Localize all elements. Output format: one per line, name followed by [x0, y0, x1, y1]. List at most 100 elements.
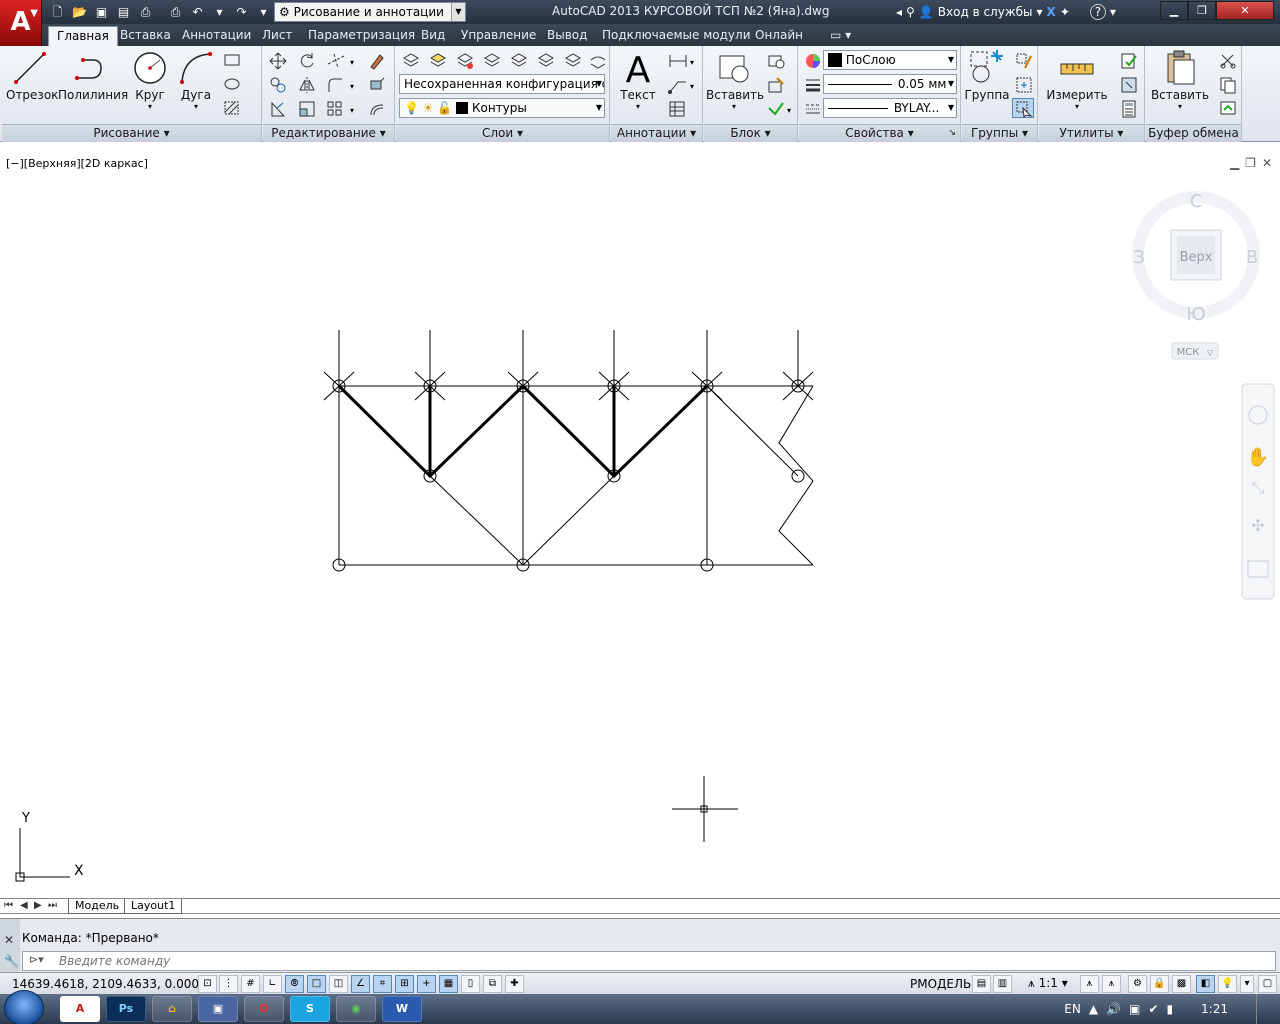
undo-dropdown-icon[interactable]: ▾	[210, 3, 229, 21]
move-button[interactable]	[266, 50, 288, 70]
lineweight-dropdown[interactable]: 0.05 мм ▼	[823, 74, 957, 94]
lineweight-toggle[interactable]: +	[417, 975, 436, 993]
dialog-launcher-icon[interactable]: ↘	[948, 125, 956, 142]
panel-annotation-title[interactable]: Аннотации ▾	[611, 124, 702, 142]
annotation-scale[interactable]: ⩚ 1:1 ▾	[1028, 976, 1068, 991]
panel-properties-title[interactable]: Свойства ▾ ↘	[799, 124, 960, 142]
viewcube-south[interactable]: Ю	[1186, 304, 1205, 325]
workspace-switching-button[interactable]: ⚙	[1128, 975, 1147, 993]
wrench-icon[interactable]: 🔧	[4, 954, 19, 968]
match-properties-button[interactable]	[801, 50, 823, 70]
fillet-button[interactable]: ▾	[323, 74, 359, 94]
panel-block-title[interactable]: Блок ▾	[704, 124, 797, 142]
layer-freeze-button[interactable]	[507, 50, 529, 70]
create-block-button[interactable]	[764, 50, 786, 70]
open-folder-icon[interactable]: 📂	[70, 3, 89, 21]
mirror-button[interactable]	[295, 74, 317, 94]
rotate-button[interactable]	[295, 50, 317, 70]
publish-icon[interactable]: ⎙	[136, 3, 155, 21]
taskbar-word[interactable]: W	[382, 996, 422, 1022]
status-menu-button[interactable]: ▾	[1240, 975, 1254, 993]
layer-match-button[interactable]	[561, 50, 583, 70]
region-button[interactable]	[220, 98, 242, 118]
exchange-icon[interactable]: X	[1047, 5, 1056, 19]
edit-attributes-button[interactable]: ▾	[764, 98, 796, 118]
first-layout-icon[interactable]: ⏮	[4, 900, 13, 911]
annotation-visibility-toggle[interactable]: ⩚	[1080, 975, 1099, 993]
command-input-box[interactable]: ⊳▾	[22, 951, 1276, 971]
command-prompt-icon[interactable]: ⊳▾	[29, 953, 44, 966]
tab-view[interactable]: Вид	[413, 26, 453, 46]
tab-online[interactable]: Онлайн	[747, 26, 811, 46]
chevron-down-icon[interactable]: ▼	[451, 3, 465, 21]
copy-button[interactable]	[266, 74, 288, 94]
tab-home[interactable]: Главная	[48, 26, 118, 46]
zoom-icon[interactable]: ⤡	[1252, 478, 1265, 497]
clean-screen-button[interactable]: ▢	[1258, 975, 1277, 993]
undo-icon[interactable]: ↶	[188, 3, 207, 21]
rectangle-button[interactable]	[220, 50, 242, 70]
network-icon[interactable]: ✔	[1148, 1002, 1158, 1016]
chevron-down-icon[interactable]: ▽	[1207, 348, 1214, 357]
transparency-toggle[interactable]: ▦	[439, 975, 458, 993]
tab-plugins[interactable]: Подключаемые модули	[594, 26, 759, 46]
isolate-objects-button[interactable]: ◧	[1196, 975, 1215, 993]
text-button[interactable]: A Текст ▾	[613, 48, 663, 111]
ucs-menu[interactable]: МСК	[1177, 347, 1200, 358]
color-dropdown[interactable]: ПоСлою ▼	[823, 50, 957, 70]
match-prop-clip-button[interactable]	[1216, 98, 1238, 118]
redo-icon[interactable]: ↷	[232, 3, 251, 21]
circle-button[interactable]: Круг ▾	[128, 48, 172, 111]
application-menu-button[interactable]: A ▼	[0, 0, 42, 46]
copy-clip-button[interactable]	[1216, 74, 1238, 94]
ortho-toggle[interactable]: ∟	[263, 975, 282, 993]
layer-state-button[interactable]	[426, 50, 448, 70]
layer-previous-button[interactable]	[586, 50, 608, 70]
chevron-down-icon[interactable]: ▾	[1110, 5, 1116, 19]
panel-utilities-title[interactable]: Утилиты ▾	[1039, 124, 1144, 142]
tray-expand-icon[interactable]: ▲	[1089, 1002, 1098, 1016]
infer-constraints-toggle[interactable]: ⊡	[198, 975, 217, 993]
viewcube-west[interactable]: З	[1133, 247, 1145, 268]
save-icon[interactable]: ▣	[92, 3, 111, 21]
drawing-viewport[interactable]: [−][Верхняя][2D каркас] ▁ ❐ ✕ Верх С Ю З…	[0, 153, 1280, 898]
osnap-toggle[interactable]: □	[307, 975, 326, 993]
offset-button[interactable]	[365, 98, 387, 118]
language-indicator[interactable]: EN	[1064, 1002, 1081, 1016]
leader-button[interactable]: ▾	[665, 74, 699, 94]
binoculars-icon[interactable]: ⚲	[906, 5, 915, 19]
truss-drawing[interactable]	[323, 330, 814, 572]
hardware-acceleration-button[interactable]: ▩	[1172, 975, 1191, 993]
polar-toggle[interactable]: ⦾	[285, 975, 304, 993]
tab-layout[interactable]: Лист	[254, 26, 300, 46]
taskbar-autocad[interactable]: A	[60, 996, 100, 1022]
group-button[interactable]: Группа	[964, 48, 1010, 102]
prev-layout-icon[interactable]: ◀	[20, 900, 28, 911]
ribbon-display-toggle[interactable]: ▭ ▾	[822, 26, 859, 46]
panel-clipboard-title[interactable]: Буфер обмена	[1146, 124, 1241, 142]
layer-dropdown[interactable]: 💡 ☀ 🔓 Контуры ▼	[399, 98, 605, 118]
trim-button[interactable]: ▾	[323, 50, 359, 70]
orbit-icon[interactable]: ✣	[1251, 516, 1264, 535]
grid-toggle[interactable]: #	[241, 975, 260, 993]
toolbar-lock-button[interactable]: 🔒	[1150, 975, 1169, 993]
table-button[interactable]	[665, 98, 687, 118]
volume-icon[interactable]: 🔊	[1106, 1002, 1121, 1016]
auto-scale-toggle[interactable]: ⩚	[1102, 975, 1121, 993]
insert-block-button[interactable]: Вставить ▾	[706, 48, 764, 111]
taskbar-photoshop[interactable]: Ps	[106, 996, 146, 1022]
new-file-icon[interactable]: 🗋	[48, 3, 67, 21]
viewcube[interactable]: Верх С Ю З В МСК ▽	[1132, 191, 1260, 360]
minimize-button[interactable]: ▁	[1160, 1, 1188, 20]
star-icon[interactable]: ✦	[1060, 5, 1070, 19]
erase-button[interactable]	[365, 50, 387, 70]
coordinate-readout[interactable]: 14639.4618, 2109.4633, 0.0000	[12, 977, 207, 991]
hatch-button[interactable]	[220, 74, 242, 94]
group-edit-button[interactable]	[1012, 74, 1034, 94]
layer-state-dropdown[interactable]: Несохраненная конфигурация сло ▼	[399, 74, 605, 94]
navigation-bar[interactable]: ✋ ⤡ ✣	[1241, 383, 1275, 600]
quick-view-layouts-button[interactable]: ▤	[972, 975, 991, 993]
help-button[interactable]: ?	[1089, 4, 1106, 20]
command-input[interactable]	[59, 953, 959, 969]
sign-in-link[interactable]: Вход в службы	[938, 5, 1033, 19]
